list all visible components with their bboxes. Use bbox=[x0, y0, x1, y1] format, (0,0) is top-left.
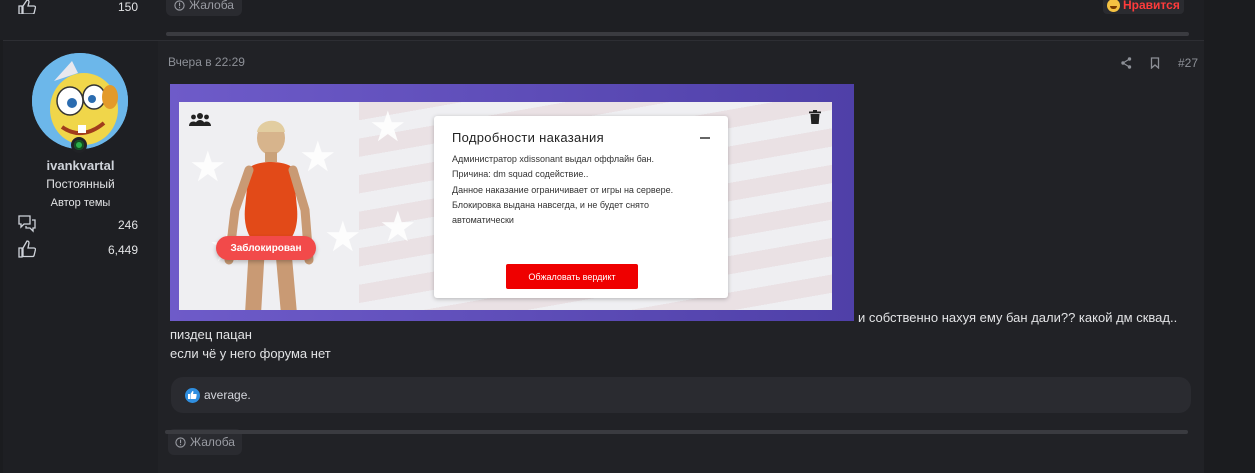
right-margin bbox=[1204, 0, 1255, 473]
speech-bubbles-icon bbox=[18, 215, 36, 233]
appeal-verdict-button: Обжаловать вердикт bbox=[506, 264, 638, 289]
star-decoration: ★ bbox=[369, 103, 407, 150]
divider bbox=[165, 430, 1188, 434]
thumbs-up-icon bbox=[18, 240, 36, 258]
prev-reaction-label: Нравится bbox=[1123, 0, 1180, 12]
panel-line: Причина: dm squad содействие.. bbox=[452, 169, 589, 179]
online-status-icon bbox=[71, 137, 87, 153]
user-title: Постоянный bbox=[46, 177, 115, 191]
punishment-details-panel: Подробности наказания Администратор xdis… bbox=[434, 116, 728, 298]
star-decoration: ★ bbox=[379, 203, 417, 250]
blocked-status-badge: Заблокирован bbox=[216, 236, 316, 260]
share-icon[interactable] bbox=[1121, 57, 1132, 69]
post-text-line: пиздец пацан bbox=[170, 327, 252, 342]
info-circle-icon bbox=[175, 436, 186, 448]
reaction-score: 6,449 bbox=[107, 243, 138, 257]
thumbs-up-icon bbox=[18, 0, 36, 14]
reaction-user[interactable]: average. bbox=[204, 388, 251, 402]
heart-eyes-emoji-icon bbox=[1107, 0, 1120, 12]
post-number-link[interactable]: #27 bbox=[1178, 56, 1198, 70]
post-actions: #27 bbox=[1121, 56, 1198, 70]
reactions-bar[interactable]: average. bbox=[171, 377, 1191, 413]
prev-like-count: 150 bbox=[118, 0, 139, 14]
prev-report-button[interactable]: Жалоба bbox=[166, 0, 242, 16]
prev-reaction-button[interactable]: Нравится bbox=[1103, 0, 1184, 14]
thread-author-badge: Автор темы bbox=[50, 197, 111, 209]
trash-icon bbox=[809, 110, 821, 124]
author-column: ivankvartal Постоянный Автор темы 246 6,… bbox=[3, 41, 158, 473]
panel-line: Блокировка выдана навсегда, и не будет с… bbox=[452, 200, 649, 210]
prev-report-label: Жалоба bbox=[189, 0, 234, 12]
info-circle-icon bbox=[174, 0, 185, 11]
post-content: Вчера в 22:29 #27 ★ ★ ★ ★ ★ ★ bbox=[168, 41, 1198, 473]
username-link[interactable]: ivankvartal bbox=[3, 158, 158, 173]
minimize-icon bbox=[700, 137, 710, 139]
previous-post-footer: 150 Жалоба Нравится bbox=[0, 0, 1255, 40]
avatar[interactable] bbox=[32, 53, 128, 149]
panel-line: автоматически bbox=[452, 215, 514, 225]
users-icon bbox=[189, 113, 211, 126]
panel-line: Данное наказание ограничивает от игры на… bbox=[452, 185, 674, 195]
attached-screenshot[interactable]: ★ ★ ★ ★ ★ ★ bbox=[170, 84, 854, 321]
bookmark-icon[interactable] bbox=[1150, 57, 1160, 69]
panel-line: Администратор xdissonant выдал оффлайн б… bbox=[452, 154, 655, 164]
post-27: ivankvartal Постоянный Автор темы 246 6,… bbox=[3, 40, 1204, 473]
post-date[interactable]: Вчера в 22:29 bbox=[168, 55, 245, 69]
report-label: Жалоба bbox=[190, 435, 235, 449]
divider bbox=[166, 32, 1189, 36]
post-text-line: если чё у него форума нет bbox=[170, 346, 331, 361]
avatar-image bbox=[32, 53, 128, 149]
screenshot-content: ★ ★ ★ ★ ★ ★ bbox=[179, 102, 832, 310]
character-model bbox=[224, 120, 314, 310]
panel-title: Подробности наказания bbox=[452, 130, 604, 145]
like-reaction-icon bbox=[185, 387, 200, 403]
messages-count: 246 bbox=[117, 218, 138, 232]
post-text-inline: и собственно нахуя ему бан дали?? какой … bbox=[858, 310, 1178, 325]
